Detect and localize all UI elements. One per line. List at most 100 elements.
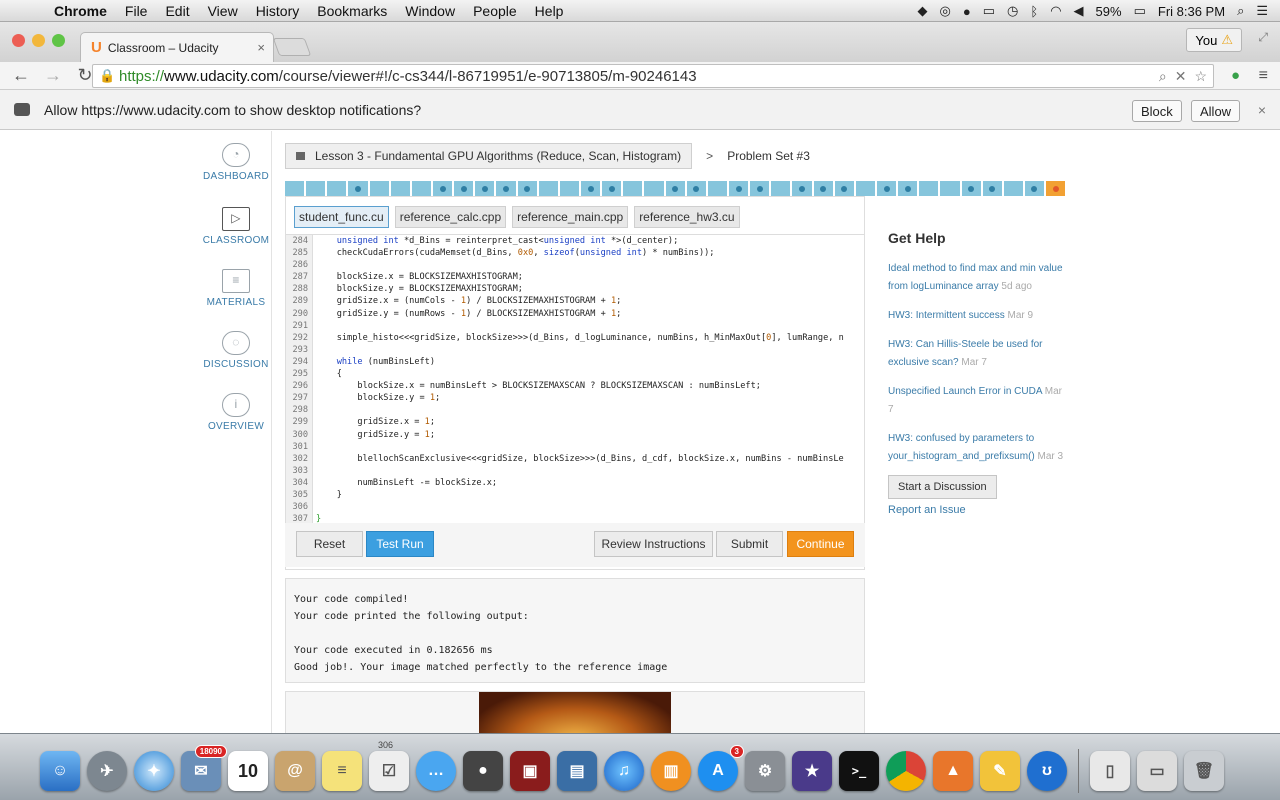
trash-icon[interactable]: 🗑 bbox=[1184, 751, 1224, 791]
progress-step[interactable] bbox=[707, 181, 727, 196]
progress-step[interactable] bbox=[559, 181, 579, 196]
progress-step[interactable] bbox=[602, 181, 622, 196]
report-issue-link[interactable]: Report an Issue bbox=[888, 504, 1068, 516]
progress-step[interactable] bbox=[855, 181, 875, 196]
file-tab-reference-calc[interactable]: reference_calc.cpp bbox=[394, 206, 507, 228]
progress-step[interactable] bbox=[982, 181, 1002, 196]
bookmark-star-icon[interactable]: ☆ bbox=[1194, 68, 1207, 85]
menu-help[interactable]: Help bbox=[535, 3, 564, 19]
code-line[interactable] bbox=[316, 344, 864, 356]
lock-icon[interactable]: 🔒 bbox=[99, 68, 115, 84]
progress-step[interactable] bbox=[1046, 181, 1066, 196]
progress-step[interactable] bbox=[876, 181, 897, 196]
hangouts-extension-icon[interactable]: ● bbox=[1231, 67, 1240, 84]
file-tab-student-func[interactable]: student_func.cu bbox=[294, 206, 389, 228]
nav-classroom[interactable]: ▷ CLASSROOM bbox=[200, 207, 272, 246]
progress-step[interactable] bbox=[327, 181, 347, 196]
system-preferences-icon[interactable]: ⚙ bbox=[745, 751, 785, 791]
address-bar[interactable]: 🔒 https://www.udacity.com/course/viewer#… bbox=[92, 64, 1214, 88]
progress-step[interactable] bbox=[940, 181, 960, 196]
close-icon[interactable]: × bbox=[1258, 102, 1266, 118]
notes-icon[interactable]: ≡ bbox=[322, 751, 362, 791]
notification-center-icon[interactable]: ☰ bbox=[1256, 3, 1268, 19]
progress-step[interactable] bbox=[517, 181, 537, 196]
progress-step[interactable] bbox=[306, 181, 326, 196]
progress-step[interactable] bbox=[919, 181, 939, 196]
code-line[interactable] bbox=[316, 320, 864, 332]
help-link[interactable]: Ideal method to find max and min value f… bbox=[888, 260, 1068, 296]
code-line[interactable]: } bbox=[316, 489, 864, 501]
help-link[interactable]: HW3: Can Hillis-Steele be used for exclu… bbox=[888, 336, 1068, 372]
pages-icon[interactable]: ✎ bbox=[980, 751, 1020, 791]
airplay-icon[interactable]: ▭ bbox=[983, 3, 995, 19]
code-line[interactable] bbox=[316, 501, 864, 513]
progress-step[interactable] bbox=[475, 181, 495, 196]
progress-step[interactable] bbox=[623, 181, 643, 196]
help-link[interactable]: Unspecified Launch Error in CUDA Mar 7 bbox=[888, 383, 1068, 419]
clock[interactable]: Fri 8:36 PM bbox=[1158, 4, 1225, 19]
submit-button[interactable]: Submit bbox=[716, 531, 783, 557]
code-line[interactable]: simple_histo<<<gridSize, blockSize>>>(d_… bbox=[316, 332, 864, 344]
messages-icon[interactable]: … bbox=[416, 751, 456, 791]
mail-icon[interactable]: ✉ 18090 bbox=[181, 745, 227, 791]
sync-icon[interactable]: ◎ bbox=[940, 3, 951, 19]
progress-step[interactable] bbox=[285, 181, 305, 196]
code-lines[interactable]: unsigned int *d_Bins = reinterpret_cast<… bbox=[316, 235, 864, 524]
iphoto-icon[interactable]: ▤ bbox=[557, 751, 597, 791]
code-line[interactable]: blockSize.x = BLOCKSIZEMAXHISTOGRAM; bbox=[316, 271, 864, 283]
zoom-icon[interactable]: ⌕ bbox=[1159, 68, 1167, 85]
progress-step[interactable] bbox=[1003, 181, 1023, 196]
review-instructions-button[interactable]: Review Instructions bbox=[594, 531, 713, 557]
progress-step[interactable] bbox=[771, 181, 791, 196]
nav-dashboard[interactable]: ◔ DASHBOARD bbox=[200, 143, 272, 182]
menu-window[interactable]: Window bbox=[405, 3, 455, 19]
close-window-button[interactable] bbox=[12, 34, 25, 47]
launchpad-icon[interactable]: ✈ bbox=[87, 751, 127, 791]
continue-button[interactable]: Continue bbox=[787, 531, 854, 557]
progress-step[interactable] bbox=[792, 181, 812, 196]
progress-step[interactable] bbox=[728, 181, 749, 196]
progress-step[interactable] bbox=[432, 181, 453, 196]
progress-step[interactable] bbox=[644, 181, 664, 196]
progress-step[interactable] bbox=[369, 181, 389, 196]
contacts-icon[interactable]: @ bbox=[275, 751, 315, 791]
documents-stack-icon[interactable]: ▯ bbox=[1090, 751, 1130, 791]
ibooks-icon[interactable]: ▥ bbox=[651, 751, 691, 791]
minimize-window-button[interactable] bbox=[32, 34, 45, 47]
progress-step[interactable] bbox=[750, 181, 770, 196]
code-line[interactable]: gridSize.y = (numRows - 1) / BLOCKSIZEMA… bbox=[316, 308, 864, 320]
lesson-dropdown[interactable]: Lesson 3 - Fundamental GPU Algorithms (R… bbox=[285, 143, 693, 169]
progress-step[interactable] bbox=[496, 181, 516, 196]
progress-step[interactable] bbox=[1024, 181, 1045, 196]
help-link[interactable]: HW3: Intermittent success Mar 9 bbox=[888, 307, 1068, 325]
progress-step[interactable] bbox=[961, 181, 981, 196]
menu-view[interactable]: View bbox=[208, 3, 238, 19]
fullscreen-icon[interactable]: ⤢ bbox=[1258, 30, 1268, 45]
reset-button[interactable]: Reset bbox=[296, 531, 363, 557]
battery-percent[interactable]: 59% bbox=[1096, 4, 1122, 19]
progress-step[interactable] bbox=[813, 181, 833, 196]
code-line[interactable]: numBinsLeft -= blockSize.x; bbox=[316, 477, 864, 489]
code-line[interactable]: { bbox=[316, 368, 864, 380]
menu-file[interactable]: File bbox=[125, 3, 148, 19]
spotlight-icon[interactable]: ⌕ bbox=[1237, 3, 1244, 19]
code-line[interactable] bbox=[316, 441, 864, 453]
progress-step[interactable] bbox=[411, 181, 431, 196]
file-tab-reference-main[interactable]: reference_main.cpp bbox=[512, 206, 629, 228]
progress-step[interactable] bbox=[390, 181, 410, 196]
progress-step[interactable] bbox=[686, 181, 706, 196]
help-link[interactable]: HW3: confused by parameters to your_hist… bbox=[888, 430, 1068, 466]
code-area[interactable]: 284 285 286 287 288 289 290 291 292 293 294 295 296 2… bbox=[286, 234, 864, 524]
progress-step[interactable] bbox=[454, 181, 474, 196]
finder-icon[interactable]: ☺ bbox=[40, 751, 80, 791]
app-store-icon[interactable]: A3 bbox=[698, 745, 744, 791]
time-machine-icon[interactable]: ◷ bbox=[1007, 3, 1018, 19]
code-line[interactable]: gridSize.y = 1; bbox=[316, 429, 864, 441]
wunderlist-icon[interactable]: ʊ bbox=[1027, 751, 1067, 791]
start-discussion-button[interactable]: Start a Discussion bbox=[888, 475, 997, 499]
reminders-icon[interactable]: ☑ bbox=[369, 751, 409, 791]
volume-icon[interactable]: ◀ bbox=[1074, 3, 1084, 19]
progress-step[interactable] bbox=[580, 181, 601, 196]
progress-step[interactable] bbox=[538, 181, 558, 196]
code-line[interactable]: gridSize.x = 1; bbox=[316, 416, 864, 428]
